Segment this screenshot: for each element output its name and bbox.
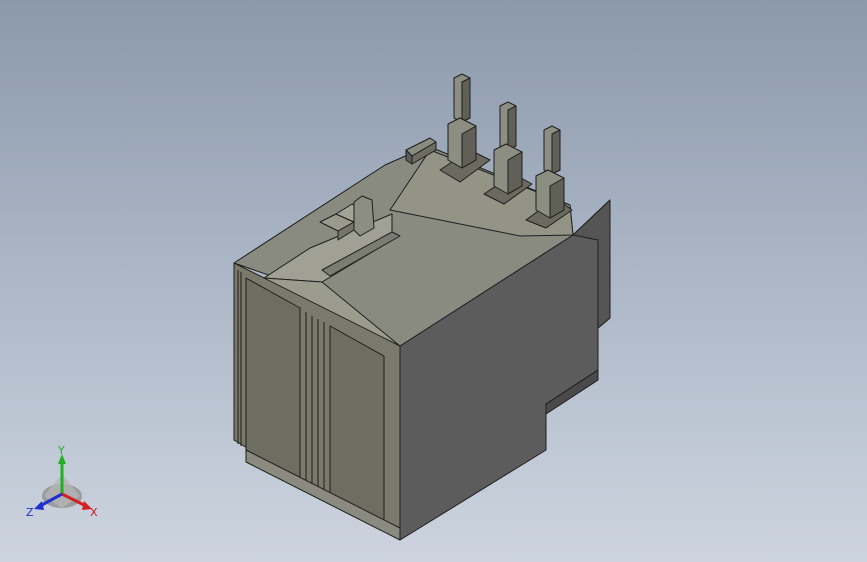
relay-model[interactable] — [0, 0, 867, 562]
y-axis-label: Y — [57, 446, 65, 457]
axis-triad: Y X Z — [26, 446, 98, 519]
front-panel-left — [245, 277, 301, 479]
z-axis-label: Z — [26, 506, 34, 519]
x-axis-label: X — [90, 506, 98, 519]
front-panel-right — [329, 325, 385, 521]
z-axis-arrow — [34, 501, 44, 510]
3d-viewport[interactable]: Y X Z — [0, 0, 867, 562]
terminal-pin-1 — [447, 73, 477, 169]
terminal-pin-3 — [535, 125, 565, 219]
terminal-pin-2 — [493, 101, 523, 195]
